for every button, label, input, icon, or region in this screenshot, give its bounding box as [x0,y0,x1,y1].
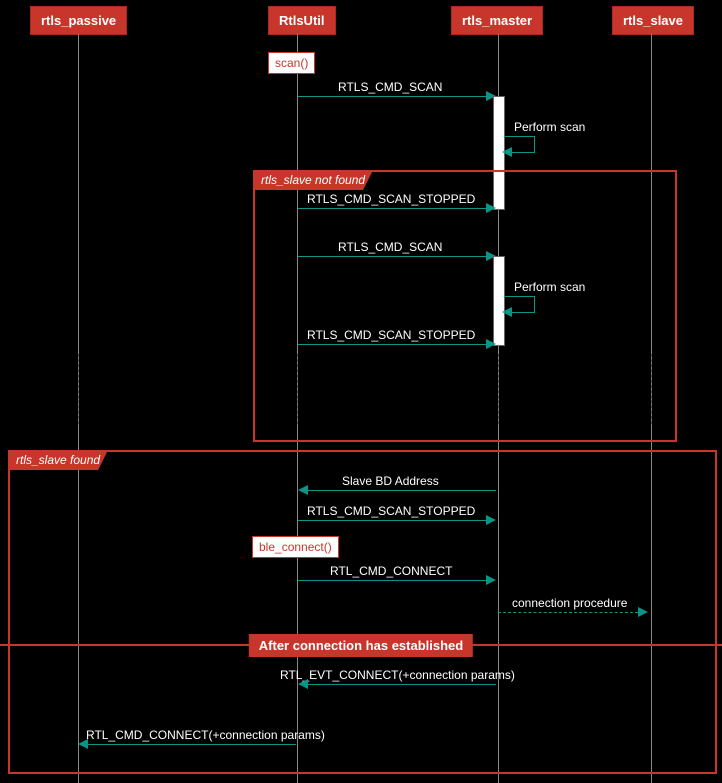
msg-bd-addr: Slave BD Address [342,474,439,488]
arrow [308,684,496,685]
arrow [298,520,486,521]
msg-connect-params: RTL_CMD_CONNECT(+connection params) [86,728,325,742]
arrow-head-icon [502,307,512,317]
participant-master: rtls_master [451,6,543,35]
arrow [298,208,486,209]
arrow-head-icon [486,575,496,585]
divider-text: After connection has established [249,634,473,657]
participant-passive: rtls_passive [30,6,127,35]
arrow [298,580,486,581]
msg-connect: RTL_CMD_CONNECT [330,564,452,578]
group-not-found [253,170,677,442]
msg-perform-scan1: Perform scan [514,120,585,134]
arrow [308,490,496,491]
arrow-head-icon [298,485,308,495]
participant-slave: rtls_slave [612,6,694,35]
arrow [298,344,486,345]
arrow [298,96,486,97]
group-label-not-found: rtls_slave not found [253,170,373,190]
msg-evt-connect: RTL_EVT_CONNECT(+connection params) [280,668,515,682]
arrow-head-icon [486,515,496,525]
msg-conn-proc: connection procedure [512,596,627,610]
msg-scan-stopped3: RTLS_CMD_SCAN_STOPPED [307,504,475,518]
note-scan: scan() [268,52,315,74]
msg-perform-scan2: Perform scan [514,280,585,294]
arrow [88,744,296,745]
arrow-head-icon [502,147,512,157]
msg-scan-stopped1: RTLS_CMD_SCAN_STOPPED [307,192,475,206]
arrow-dotted [498,612,638,613]
msg-scan1: RTLS_CMD_SCAN [338,80,442,94]
msg-scan-stopped2: RTLS_CMD_SCAN_STOPPED [307,328,475,342]
arrow [298,256,486,257]
arrow-head-icon [638,607,648,617]
arrow-head-icon [486,203,496,213]
arrow-head-icon [298,679,308,689]
group-label-found: rtls_slave found [8,450,108,470]
arrow-head-icon [78,739,88,749]
arrow-head-icon [486,339,496,349]
msg-scan2: RTLS_CMD_SCAN [338,240,442,254]
note-ble-connect: ble_connect() [252,536,339,558]
lifeline-gap [78,354,79,424]
participant-util: RtlsUtil [268,6,336,35]
